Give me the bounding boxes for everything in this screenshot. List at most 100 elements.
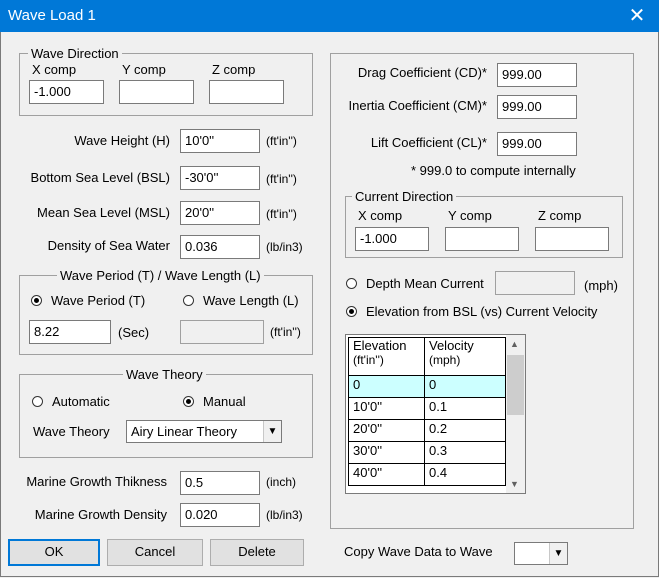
velocity-cell[interactable]: 0.4 [424,463,506,486]
table-header-row: Elevation (ft'in'') Velocity (mph) [348,337,506,376]
wave-length-input[interactable] [180,320,264,344]
cm-input[interactable]: 999.00 [497,95,577,119]
wave-z-input[interactable] [209,80,284,104]
elevation-header: Elevation (ft'in'') [348,337,425,376]
wave-theory-group [19,374,313,458]
wave-length-radio-label: Wave Length (L) [203,293,299,308]
manual-radio-label: Manual [203,394,246,409]
scroll-up-icon[interactable]: ▲ [510,339,519,349]
density-label: Density of Sea Water [47,238,170,253]
table-row[interactable]: 30'0'' 0.3 [348,441,506,464]
window-title: Wave Load 1 [8,7,96,24]
elevation-cell[interactable]: 40'0'' [348,463,425,486]
msl-label: Mean Sea Level (MSL) [37,205,170,220]
wave-length-unit: (ft'in'') [270,325,301,339]
marine-density-input[interactable]: 0.020 [180,503,260,527]
cl-label: Lift Coefficient (CL)* [370,135,487,150]
current-direction-label: Current Direction [352,189,457,204]
current-x-label: X comp [358,208,403,223]
depth-mean-radio[interactable] [346,278,357,289]
msl-input[interactable]: 20'0'' [180,201,260,225]
automatic-radio[interactable] [32,396,43,407]
current-y-label: Y comp [448,208,492,223]
wave-theory-select-value: Airy Linear Theory [131,424,237,439]
wave-y-label: Y comp [122,62,166,77]
wave-x-input[interactable]: -1.000 [29,80,104,104]
wave-theory-group-label: Wave Theory [123,367,206,382]
velocity-header-line2: (mph) [429,353,461,367]
wave-x-label: X comp [32,62,77,77]
marine-thickness-unit: (inch) [266,475,297,489]
table-row[interactable]: 40'0'' 0.4 [348,463,506,486]
close-icon[interactable]: ✕ [626,3,648,28]
current-x-input[interactable]: -1.000 [355,227,429,251]
chevron-down-icon[interactable]: ▼ [263,421,281,442]
depth-mean-unit: (mph) [584,278,618,293]
elevation-radio-label: Elevation from BSL (vs) Current Velocity [366,304,598,319]
table-row[interactable]: 0 0 [348,375,506,398]
manual-radio[interactable] [183,396,194,407]
elevation-cell[interactable]: 20'0'' [348,419,425,442]
marine-density-label: Marine Growth Density [34,507,167,522]
wave-direction-label: Wave Direction [28,46,122,61]
delete-button[interactable]: Delete [210,539,304,566]
msl-unit: (ft'in'') [266,207,297,221]
density-input[interactable]: 0.036 [180,235,260,259]
wave-z-label: Z comp [212,62,256,77]
velocity-header-line1: Velocity [429,338,474,353]
elevation-cell[interactable]: 30'0'' [348,441,425,464]
table-row[interactable]: 20'0'' 0.2 [348,419,506,442]
cancel-button[interactable]: Cancel [107,539,203,566]
wave-theory-select[interactable]: Airy Linear Theory ▼ [126,420,282,443]
wave-period-input[interactable]: 8.22 [29,320,111,344]
elevation-header-line2: (ft'in'') [353,353,384,367]
depth-mean-label: Depth Mean Current [366,276,484,291]
coefficients-note: * 999.0 to compute internally [411,163,576,178]
wave-period-radio-label: Wave Period (T) [51,293,146,308]
wave-height-label: Wave Height (H) [74,133,170,148]
cd-input[interactable]: 999.00 [497,63,577,87]
scroll-thumb[interactable] [507,355,524,415]
elevation-cell[interactable]: 10'0'' [348,397,425,420]
bsl-label: Bottom Sea Level (BSL) [30,170,170,185]
wave-height-unit: (ft'in'') [266,134,297,148]
marine-thickness-label: Marine Growth Thikness [26,474,167,489]
wave-length-radio[interactable] [183,295,194,306]
wave-period-unit: (Sec) [118,325,150,340]
wave-period-radio[interactable] [31,295,42,306]
velocity-cell[interactable]: 0.1 [424,397,506,420]
velocity-cell[interactable]: 0 [424,375,506,398]
velocity-header: Velocity (mph) [424,337,506,376]
scroll-down-icon[interactable]: ▼ [510,479,519,489]
ok-button[interactable]: OK [8,539,100,566]
current-z-label: Z comp [538,208,582,223]
chevron-down-icon[interactable]: ▼ [549,543,567,564]
bsl-input[interactable]: -30'0'' [180,166,260,190]
wave-height-input[interactable]: 10'0'' [180,129,260,153]
bsl-unit: (ft'in'') [266,172,297,186]
elevation-header-line1: Elevation [353,338,407,353]
elevation-cell[interactable]: 0 [348,375,425,398]
cm-label: Inertia Coefficient (CM)* [348,98,487,113]
velocity-table: Elevation (ft'in'') Velocity (mph) 0 0 10'… [348,337,506,486]
table-row[interactable]: 10'0'' 0.1 [348,397,506,420]
cl-input[interactable]: 999.00 [497,132,577,156]
copy-wave-label: Copy Wave Data to Wave [344,544,493,559]
automatic-radio-label: Automatic [52,394,110,409]
marine-thickness-input[interactable]: 0.5 [180,471,260,495]
table-scrollbar[interactable]: ▲ ▼ [506,335,525,493]
velocity-table-container: Elevation (ft'in'') Velocity (mph) 0 0 10'… [345,334,526,494]
copy-wave-select[interactable]: ▼ [514,542,568,565]
wave-period-group-label: Wave Period (T) / Wave Length (L) [57,268,264,283]
velocity-cell[interactable]: 0.3 [424,441,506,464]
velocity-cell[interactable]: 0.2 [424,419,506,442]
current-z-input[interactable] [535,227,609,251]
wave-y-input[interactable] [119,80,194,104]
current-y-input[interactable] [445,227,519,251]
density-unit: (lb/in3) [266,240,303,254]
cd-label: Drag Coefficient (CD)* [357,65,487,80]
depth-mean-input[interactable] [495,271,575,295]
elevation-radio[interactable] [346,306,357,317]
wave-theory-combo-label: Wave Theory [33,424,110,439]
marine-density-unit: (lb/in3) [266,508,303,522]
